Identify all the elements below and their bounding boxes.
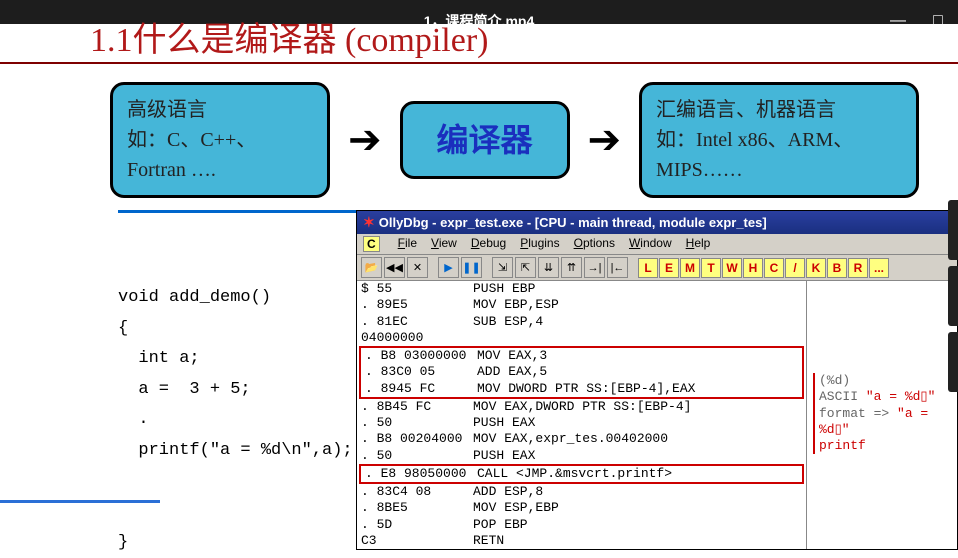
target-lang-box: 汇编语言、机器语言 如：Intel x86、ARM、MIPS…… — [639, 82, 919, 198]
highlight-block-assign: . B8 03000000MOV EAX,3. 83C0 05ADD EAX,5… — [359, 346, 804, 399]
toolbar-window-L[interactable]: L — [638, 258, 658, 278]
compiler-diagram: 高级语言 如：C、C++、Fortran …. ➔ 编译器 ➔ 汇编语言、机器语… — [0, 64, 958, 210]
asm-row[interactable]: . 8B45 FCMOV EAX,DWORD PTR SS:[EBP-4] — [357, 399, 806, 415]
highlight-block-printf: . E8 98050000CALL <JMP.&msvcrt.printf> — [359, 464, 804, 484]
tb-traceover-icon[interactable]: ⇈ — [561, 257, 582, 278]
menu-plugins[interactable]: Plugins — [520, 236, 559, 252]
asm-row[interactable]: . 8BE5MOV ESP,EBP — [357, 500, 806, 516]
arrow-icon: ➔ — [588, 130, 622, 150]
slide-heading: 1.1什么是编译器 (compiler) — [0, 24, 958, 62]
tb-trace-icon[interactable]: ⇊ — [538, 257, 559, 278]
info-line4: printf — [819, 438, 951, 454]
arrow-icon: ➔ — [348, 130, 382, 150]
menu-help[interactable]: Help — [686, 236, 711, 252]
source-lang-box: 高级语言 如：C、C++、Fortran …. — [110, 82, 330, 198]
asm-row[interactable]: . 89E5MOV EBP,ESP — [357, 297, 806, 313]
asm-row[interactable]: . 83C4 08ADD ESP,8 — [357, 484, 806, 500]
tb-open-icon[interactable]: 📂 — [361, 257, 382, 278]
toolbar-window-R[interactable]: R — [848, 258, 868, 278]
ollydbg-window: ✶ OllyDbg - expr_test.exe - [CPU - main … — [356, 210, 958, 550]
toolbar-window-M[interactable]: M — [680, 258, 700, 278]
side-tab[interactable] — [948, 266, 958, 326]
asm-row[interactable]: . 83C0 05ADD EAX,5 — [361, 364, 802, 380]
toolbar-window-W[interactable]: W — [722, 258, 742, 278]
side-tab[interactable] — [948, 200, 958, 260]
box-left-line1: 高级语言 — [127, 95, 313, 125]
toolbar-window-/[interactable]: / — [785, 258, 805, 278]
ollydbg-title-text: OllyDbg - expr_test.exe - [CPU - main th… — [379, 215, 767, 230]
asm-row[interactable]: . E8 98050000CALL <JMP.&msvcrt.printf> — [361, 466, 802, 482]
info-pane[interactable]: (%d) ASCII "a = %d▯" format => "a = %d▯"… — [807, 281, 957, 549]
toolbar-window-E[interactable]: E — [659, 258, 679, 278]
menu-options[interactable]: Options — [574, 236, 615, 252]
box-right-line1: 汇编语言、机器语言 — [656, 95, 902, 125]
info-line2: ASCII "a = %d▯" — [819, 389, 951, 405]
ollydbg-menubar: C File View Debug Plugins Options Window… — [357, 234, 957, 255]
toolbar-window-B[interactable]: B — [827, 258, 847, 278]
asm-row[interactable]: . 8945 FCMOV DWORD PTR SS:[EBP-4],EAX — [361, 381, 802, 397]
tb-run-icon[interactable]: ▶ — [438, 257, 459, 278]
menu-view[interactable]: View — [431, 236, 457, 252]
slide-content: 1.1什么是编译器 (compiler) 高级语言 如：C、C++、Fortra… — [0, 24, 958, 558]
ollydbg-titlebar: ✶ OllyDbg - expr_test.exe - [CPU - main … — [357, 211, 957, 234]
app-icon: ✶ — [363, 214, 375, 231]
ollydbg-toolbar: 📂 ◀◀ ✕ ▶ ❚❚ ⇲ ⇱ ⇊ ⇈ →| |← LEMTWHC/KBR... — [357, 255, 957, 281]
tb-rewind-icon[interactable]: ◀◀ — [384, 257, 405, 278]
sys-menu-icon[interactable]: C — [363, 236, 380, 252]
asm-row[interactable]: . 50PUSH EAX — [357, 415, 806, 431]
box-left-line2: 如：C、C++、Fortran …. — [127, 125, 313, 185]
toolbar-window-...[interactable]: ... — [869, 258, 889, 278]
asm-row[interactable]: . 50PUSH EAX — [357, 448, 806, 464]
asm-row[interactable]: . 5DPOP EBP — [357, 517, 806, 533]
asm-row[interactable]: $ 55PUSH EBP — [357, 281, 806, 297]
tb-stepover-icon[interactable]: ⇱ — [515, 257, 536, 278]
printf-info-box: (%d) ASCII "a = %d▯" format => "a = %d▯"… — [813, 373, 951, 454]
code-area: void add_demo() { int a; a = 3 + 5; . pr… — [0, 210, 958, 558]
ollydbg-body: $ 55PUSH EBP. 89E5MOV EBP,ESP. 81EC 0400… — [357, 281, 957, 549]
side-tab[interactable] — [948, 332, 958, 392]
toolbar-letters: LEMTWHC/KBR... — [638, 258, 890, 278]
toolbar-window-K[interactable]: K — [806, 258, 826, 278]
toolbar-window-C[interactable]: C — [764, 258, 784, 278]
tb-stepinto-icon[interactable]: ⇲ — [492, 257, 513, 278]
asm-row[interactable]: . B8 03000000MOV EAX,3 — [361, 348, 802, 364]
tb-rununtil-icon[interactable]: →| — [584, 257, 605, 278]
info-line1: (%d) — [819, 373, 951, 389]
asm-row[interactable]: . 81EC 04000000SUB ESP,4 — [357, 314, 806, 347]
asm-row[interactable]: C3RETN — [357, 533, 806, 549]
tb-close-icon[interactable]: ✕ — [407, 257, 428, 278]
disassembly-pane[interactable]: $ 55PUSH EBP. 89E5MOV EBP,ESP. 81EC 0400… — [357, 281, 807, 549]
menu-window[interactable]: Window — [629, 236, 672, 252]
side-tabs — [948, 200, 958, 398]
toolbar-window-H[interactable]: H — [743, 258, 763, 278]
toolbar-window-T[interactable]: T — [701, 258, 721, 278]
progress-indicator[interactable] — [0, 500, 160, 503]
menu-file[interactable]: File — [398, 236, 417, 252]
box-right-line2: 如：Intel x86、ARM、MIPS…… — [656, 125, 902, 185]
c-source-code: void add_demo() { int a; a = 3 + 5; . pr… — [118, 210, 356, 558]
compiler-box: 编译器 — [400, 101, 570, 179]
tb-return-icon[interactable]: |← — [607, 257, 628, 278]
asm-row[interactable]: . B8 00204000MOV EAX,expr_tes.00402000 — [357, 431, 806, 447]
menu-debug[interactable]: Debug — [471, 236, 506, 252]
tb-pause-icon[interactable]: ❚❚ — [461, 257, 482, 278]
info-line3: format => "a = %d▯" — [819, 406, 951, 439]
